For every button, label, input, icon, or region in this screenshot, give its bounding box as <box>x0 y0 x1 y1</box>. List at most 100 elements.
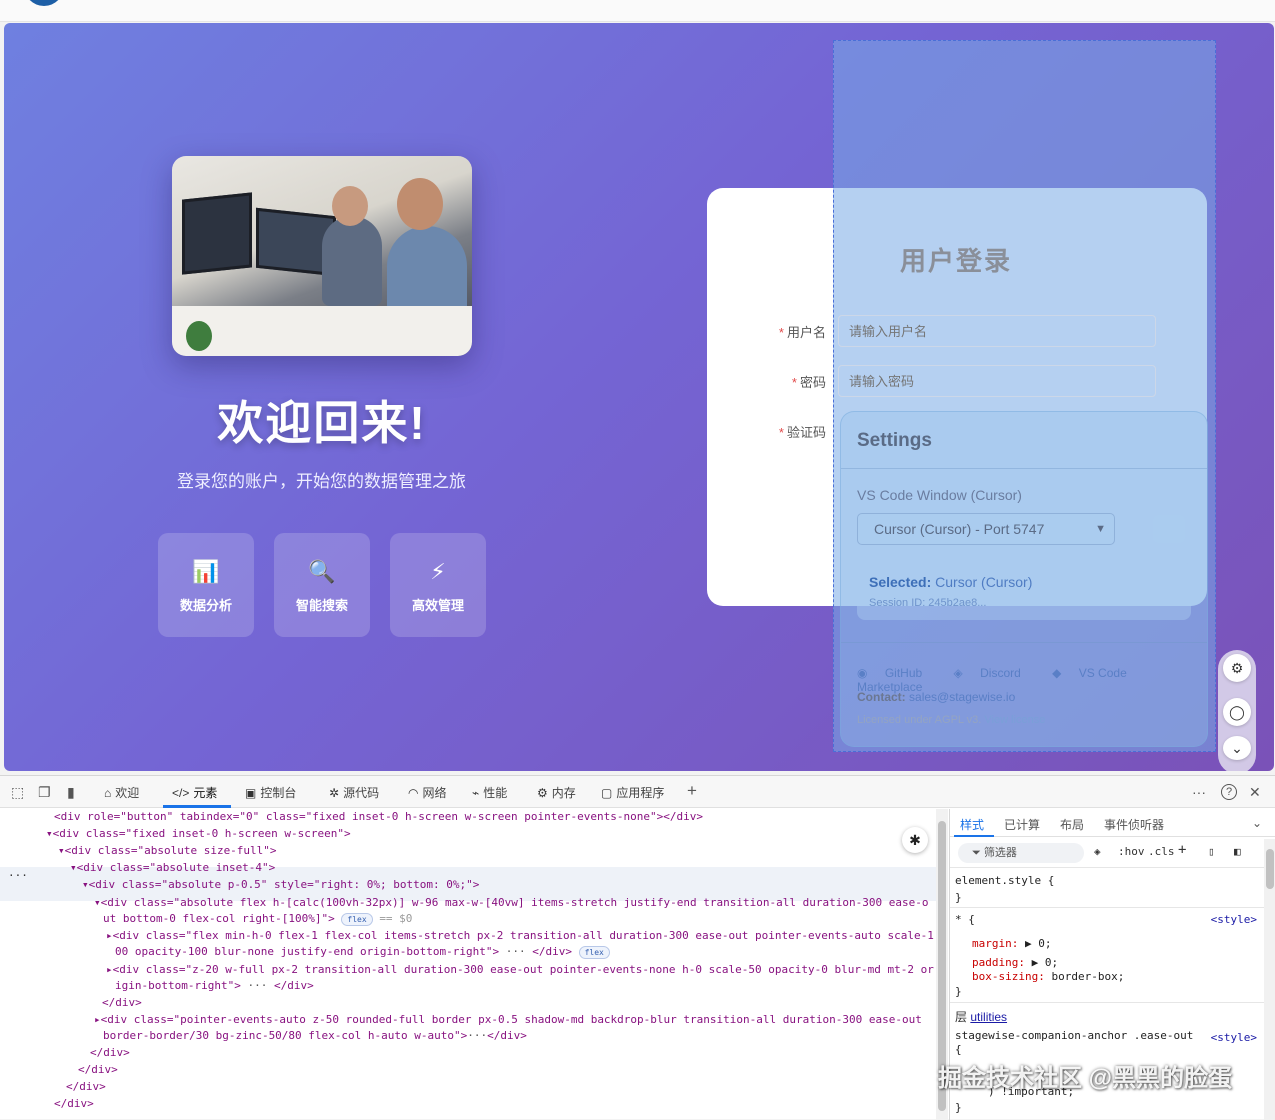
anchor-selector[interactable]: stagewise-companion-anchor .ease-out <box>955 1029 1193 1042</box>
window-select-value: Cursor (Cursor) - Port 5747 <box>874 521 1045 537</box>
dom-line-continued[interactable]: igin-bottom-right"> ··· </div> <box>115 978 314 994</box>
username-input[interactable] <box>838 315 1156 347</box>
scrollbar-thumb[interactable] <box>1266 849 1274 889</box>
window-select[interactable]: Cursor (Cursor) - Port 5747 ▼ <box>857 513 1115 545</box>
dom-line-continued[interactable]: 00 opacity-100 blur-none justify-end ori… <box>115 944 610 960</box>
dom-line-selected[interactable]: ▾<div class="absolute flex h-[calc(100vh… <box>94 895 928 911</box>
tab-styles[interactable]: 样式 <box>960 816 984 833</box>
layer-link[interactable]: utilities <box>970 1010 1007 1024</box>
style-source-link[interactable]: <style> <box>1211 1031 1257 1044</box>
collapsed-ellipsis[interactable]: ··· <box>247 979 267 992</box>
device-toolbar-icon[interactable]: ❐ <box>38 784 51 801</box>
contact-line: Contact: sales@stagewise.io <box>857 690 1015 704</box>
style-source-link[interactable]: <style> <box>1211 913 1257 926</box>
hero-desk <box>172 306 472 356</box>
username-label: * 用户名 <box>754 322 826 341</box>
padding-declaration[interactable]: padding: ▶ 0; <box>972 956 1058 969</box>
hov-toggle[interactable]: :hov <box>1118 845 1145 858</box>
feature-label: 数据分析 <box>179 598 232 613</box>
dom-line[interactable]: ▸<div class="z-20 w-full px-2 transition… <box>106 962 934 978</box>
chevron-down-icon[interactable]: ⌄ <box>1252 816 1262 830</box>
dom-line[interactable]: </div> <box>90 1045 130 1061</box>
filter-row: ⏷ 筛选器 ◈ :hov .cls + ▯ ◧ <box>950 838 1275 868</box>
tab-sources[interactable]: ✲ 源代码 <box>329 784 379 801</box>
layers-icon[interactable]: ◈ <box>1094 845 1101 858</box>
prop-value: 0; <box>1044 956 1059 969</box>
dom-line-text: igin-bottom-right"> <box>115 979 241 992</box>
styles-scrollbar[interactable] <box>1264 839 1275 1120</box>
github-link[interactable]: ◉ GitHub <box>857 666 936 680</box>
expand-triangle-icon[interactable]: ▶ <box>1025 937 1032 950</box>
help-icon[interactable]: ? <box>1221 784 1237 800</box>
tab-label: 应用程序 <box>616 786 665 800</box>
box-sizing-declaration[interactable]: box-sizing: border-box; <box>972 970 1124 983</box>
stagewise-pick-icon[interactable]: ✱ <box>902 827 928 853</box>
feature-card-analytics[interactable]: 📊 数据分析 <box>158 533 254 637</box>
close-tag: </div> <box>273 979 314 992</box>
license-link[interactable]: View license <box>984 714 1045 726</box>
collapsed-ellipsis[interactable]: ··· <box>467 1029 487 1042</box>
close-icon[interactable]: ✕ <box>1249 784 1261 801</box>
flex-badge[interactable]: flex <box>341 912 373 926</box>
paint-icon[interactable]: ▯ <box>1208 845 1215 858</box>
more-options-icon[interactable]: ··· <box>1192 784 1206 800</box>
tab-event-listeners[interactable]: 事件侦听器 <box>1104 816 1164 833</box>
tab-label: 内存 <box>551 786 576 800</box>
tab-layout[interactable]: 布局 <box>1060 816 1084 833</box>
flex-badge[interactable]: flex <box>578 945 610 959</box>
chevron-down-icon[interactable]: ⌄ <box>1223 736 1251 760</box>
dom-line-continued[interactable]: border-border/30 bg-zinc-50/80 flex-col … <box>103 1028 527 1044</box>
tab-performance[interactable]: ⌁ 性能 <box>472 784 507 801</box>
dom-line[interactable]: </div> <box>102 995 142 1011</box>
new-rule-icon[interactable]: + <box>1178 842 1186 858</box>
tab-computed[interactable]: 已计算 <box>1004 816 1040 833</box>
feature-card-search[interactable]: 🔍 智能搜索 <box>274 533 370 637</box>
cls-toggle[interactable]: .cls <box>1148 845 1175 858</box>
required-mark: * <box>791 375 797 390</box>
refresh-button[interactable] <box>1153 515 1185 543</box>
feature-card-management[interactable]: ⚡ 高效管理 <box>390 533 486 637</box>
sidebar-toggle-icon[interactable]: ◧ <box>1234 845 1241 858</box>
dom-line[interactable]: ▾<div class="absolute p-0.5" style="righ… <box>82 877 479 893</box>
tab-memory[interactable]: ⚙ 内存 <box>537 784 576 801</box>
password-label: * 密码 <box>754 372 826 391</box>
dom-line[interactable]: ▾<div class="fixed inset-0 h-screen w-sc… <box>46 826 351 842</box>
dom-line[interactable]: ▸<div class="flex min-h-0 flex-1 flex-co… <box>106 928 934 944</box>
tab-application[interactable]: ▢ 应用程序 <box>601 784 664 801</box>
dom-line[interactable]: ▾<div class="absolute inset-4"> <box>70 860 275 876</box>
contact-email-link[interactable]: sales@stagewise.io <box>909 690 1015 704</box>
dom-line[interactable]: </div> <box>78 1062 118 1078</box>
dom-line[interactable]: <div role="button" tabindex="0" class="f… <box>54 809 703 825</box>
tab-console[interactable]: ▣ 控制台 <box>245 784 296 801</box>
add-tab-button[interactable]: + <box>687 781 697 801</box>
tab-welcome[interactable]: ⌂ 欢迎 <box>104 784 139 801</box>
dom-line[interactable]: </div> <box>54 1096 94 1112</box>
node-ellipsis[interactable]: ··· <box>8 868 28 884</box>
element-style-rule[interactable]: element.style { <box>955 874 1054 887</box>
tab-network[interactable]: ◠ 网络 <box>408 784 447 801</box>
filter-input[interactable]: ⏷ 筛选器 <box>958 843 1084 863</box>
console-icon: ▣ <box>245 786 257 800</box>
margin-declaration[interactable]: margin: ▶ 0; <box>972 937 1051 950</box>
universal-selector[interactable]: * { <box>955 913 975 926</box>
dom-line[interactable]: </div> <box>66 1079 106 1095</box>
tab-elements[interactable]: </> 元素 <box>172 784 217 801</box>
dom-line[interactable]: ▸<div class="pointer-events-auto z-50 ro… <box>94 1012 922 1028</box>
inspect-icon[interactable]: ⬚ <box>11 784 24 801</box>
filter-icon: ⏷ <box>972 847 984 859</box>
layer-label: 层 <box>955 1010 968 1024</box>
layer-row: 层 utilities <box>955 1008 1007 1025</box>
collapsed-ellipsis[interactable]: ··· <box>506 945 526 958</box>
chat-bubble-icon[interactable]: ◯ <box>1223 698 1251 726</box>
dom-line[interactable]: ▾<div class="absolute size-full"> <box>58 843 277 859</box>
dom-line-continued[interactable]: ut bottom-0 flex-col right-[100%]"> flex… <box>103 911 412 927</box>
gear-icon[interactable]: ⚙ <box>1223 654 1251 682</box>
discord-link[interactable]: ◈ Discord <box>954 666 1035 680</box>
divider <box>950 907 1266 908</box>
password-input[interactable] <box>838 365 1156 397</box>
expand-triangle-icon[interactable]: ▶ <box>1032 956 1039 969</box>
hero-person-2-head <box>397 178 443 230</box>
dock-side-icon[interactable]: ▮ <box>67 784 75 801</box>
bar-chart-icon: 📊 <box>192 559 220 584</box>
wifi-icon: ◠ <box>408 786 419 800</box>
